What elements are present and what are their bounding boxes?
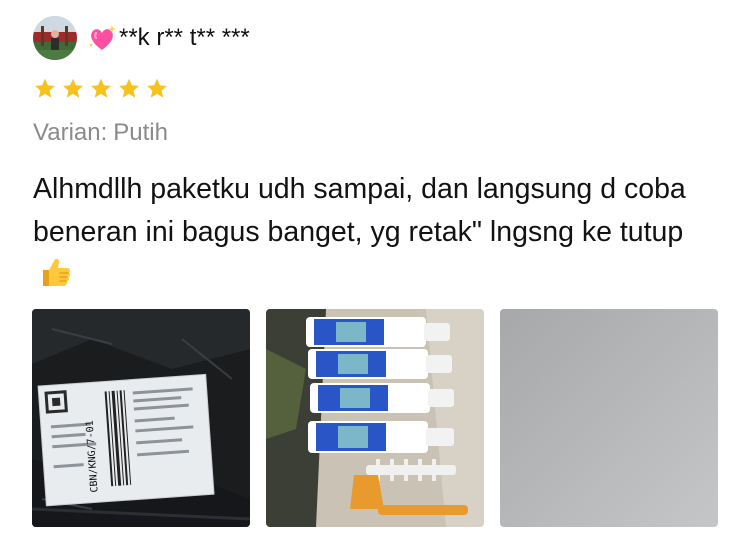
star-icon	[119, 78, 139, 98]
star-icon	[91, 78, 111, 98]
avatar-image	[33, 16, 77, 60]
variant-value: Putih	[113, 119, 168, 146]
package-photo[interactable]: CBN/KNG/7-01	[32, 309, 250, 527]
review-photos: CBN/KNG/7-01	[32, 309, 718, 527]
star-icon	[35, 78, 55, 98]
review-text-block: Alhmdllh paketku udh sampai, dan langsun…	[33, 168, 723, 297]
reviewer-name-row: **k r** t** ***	[87, 23, 250, 53]
review-card: **k r** t** *** Varian: Putih Alhmdllh pa…	[0, 0, 750, 548]
star-icon	[63, 78, 83, 98]
variant-label: Varian:	[33, 119, 108, 146]
variant-info: Varian: Putih	[33, 119, 168, 147]
star-rating	[33, 77, 169, 101]
product-tubes-photo[interactable]	[266, 309, 484, 527]
reviewer-avatar[interactable]	[33, 16, 77, 60]
review-text: Alhmdllh paketku udh sampai, dan langsun…	[33, 173, 686, 248]
review-header: **k r** t** ***	[33, 15, 250, 61]
sparkling-heart-icon	[87, 23, 117, 53]
star-icon	[147, 78, 167, 98]
reviewer-name: **k r** t** ***	[119, 24, 250, 51]
blank-grey-photo[interactable]	[500, 309, 718, 527]
thumbs-up-icon	[37, 254, 73, 290]
